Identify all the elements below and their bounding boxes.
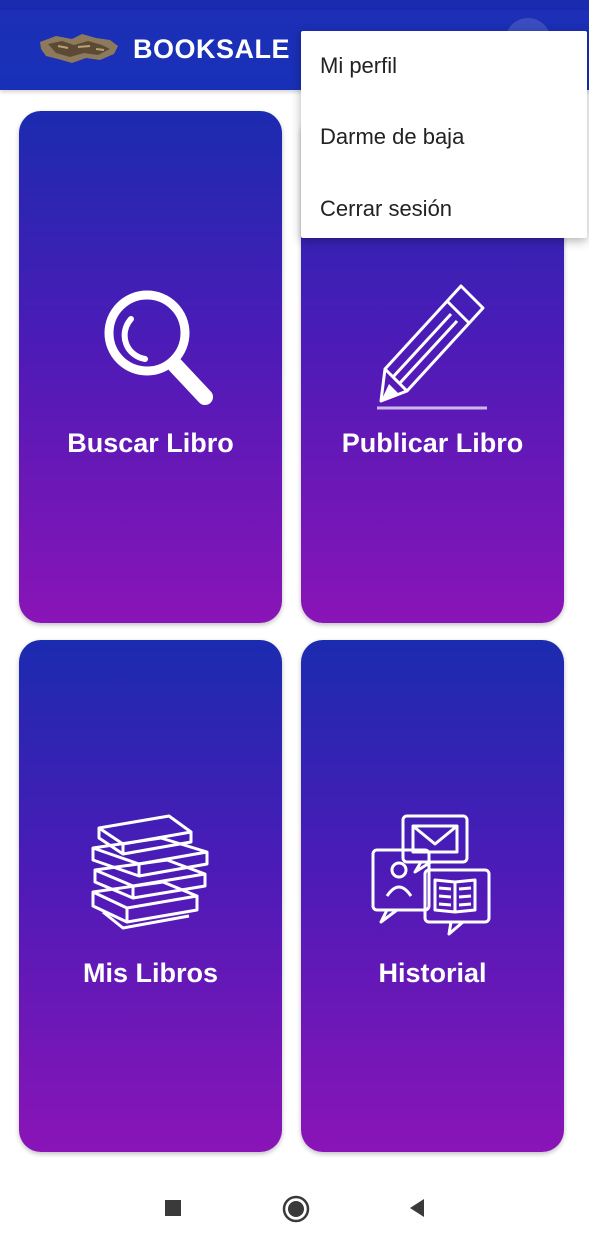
tile-mis-libros[interactable]: Mis Libros — [19, 640, 282, 1152]
search-icon — [104, 290, 213, 405]
menu-item-cerrar-sesion[interactable]: Cerrar sesión — [301, 173, 587, 245]
tile-historial[interactable]: Historial — [301, 640, 564, 1152]
status-bar — [0, 0, 589, 10]
recent-apps-icon[interactable] — [162, 1197, 184, 1219]
menu-item-mi-perfil[interactable]: Mi perfil — [301, 31, 587, 101]
tile-label: Mis Libros — [82, 958, 218, 988]
history-messages-icon — [371, 814, 491, 936]
tile-label: Historial — [378, 958, 487, 988]
tile-label: Publicar Libro — [341, 428, 524, 458]
back-icon[interactable] — [406, 1197, 428, 1219]
books-stack-icon — [91, 814, 209, 930]
pencil-icon — [377, 284, 487, 410]
tile-buscar-libro[interactable]: Buscar Libro — [19, 111, 282, 623]
booksale-logo — [40, 34, 118, 63]
navigation-bar — [0, 1175, 589, 1245]
menu-item-darme-de-baja[interactable]: Darme de baja — [301, 101, 587, 173]
tile-label: Buscar Libro — [67, 428, 234, 458]
app-title: BOOKSALE — [133, 34, 291, 64]
home-icon[interactable] — [281, 1194, 311, 1224]
overflow-menu: Mi perfil Darme de baja Cerrar sesión — [301, 31, 587, 238]
